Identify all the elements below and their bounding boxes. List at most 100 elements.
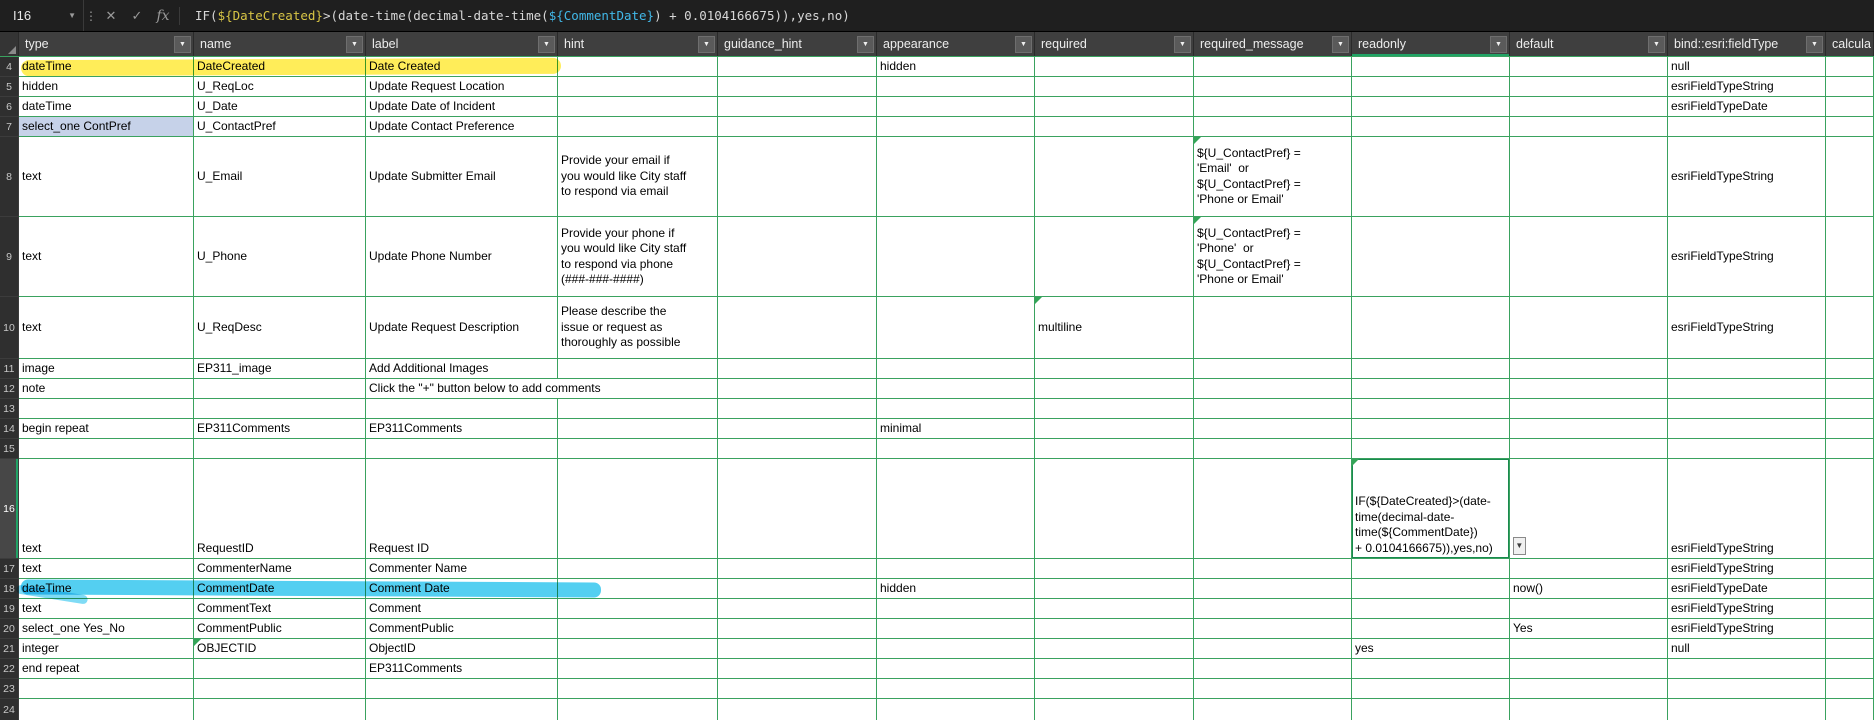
cell-hint-row24[interactable]	[558, 699, 718, 720]
cell-required-message-row4[interactable]	[1194, 57, 1352, 77]
cell-name-row18[interactable]: CommentDate	[194, 579, 366, 599]
cell-hint-row16[interactable]	[558, 459, 718, 559]
cell-label-row14[interactable]: EP311Comments	[366, 419, 558, 439]
cell-required-message-row23[interactable]	[1194, 679, 1352, 699]
cell-name-box[interactable]: I16 ▼	[0, 0, 84, 31]
cell-type-row6[interactable]: dateTime	[19, 97, 194, 117]
cell-required-message-row17[interactable]	[1194, 559, 1352, 579]
row-header-7[interactable]: 7	[0, 117, 19, 137]
cell-default-row15[interactable]	[1510, 439, 1668, 459]
cell-name-row15[interactable]	[194, 439, 366, 459]
cell-default-row10[interactable]	[1510, 297, 1668, 359]
cell-type-row12[interactable]: note	[19, 379, 194, 399]
cell-readonly-row7[interactable]	[1352, 117, 1510, 137]
cell-guidance-hint-row20[interactable]	[718, 619, 877, 639]
cell-required-message-row13[interactable]	[1194, 399, 1352, 419]
column-header-required-message[interactable]: required_message ▼	[1194, 32, 1352, 56]
cell-required-row12[interactable]	[1035, 379, 1194, 399]
cell-name-row22[interactable]	[194, 659, 366, 679]
cell-calcula-row13[interactable]	[1826, 399, 1874, 419]
cell-readonly-row9[interactable]	[1352, 217, 1510, 297]
cell-bind-esri-fieldtype-row10[interactable]: esriFieldTypeString	[1668, 297, 1826, 359]
row-header-6[interactable]: 6	[0, 97, 19, 117]
column-header-required[interactable]: required ▼	[1035, 32, 1194, 56]
cell-required-row6[interactable]	[1035, 97, 1194, 117]
cell-label-row21[interactable]: ObjectID	[366, 639, 558, 659]
cell-name-row7[interactable]: U_ContactPref	[194, 117, 366, 137]
cell-bind-esri-fieldtype-row23[interactable]	[1668, 679, 1826, 699]
cell-required-message-row9[interactable]: ${U_ContactPref} = 'Phone' or ${U_Contac…	[1194, 217, 1352, 297]
cell-type-row18[interactable]: dateTime	[19, 579, 194, 599]
cell-guidance-hint-row10[interactable]	[718, 297, 877, 359]
cell-readonly-row14[interactable]	[1352, 419, 1510, 439]
row-header-8[interactable]: 8	[0, 137, 19, 217]
cell-name-row24[interactable]	[194, 699, 366, 720]
cell-default-row4[interactable]	[1510, 57, 1668, 77]
cell-appearance-row13[interactable]	[877, 399, 1035, 419]
cell-appearance-row23[interactable]	[877, 679, 1035, 699]
cell-type-row8[interactable]: text	[19, 137, 194, 217]
cell-appearance-row17[interactable]	[877, 559, 1035, 579]
cell-hint-row11[interactable]	[558, 359, 718, 379]
cell-readonly-row6[interactable]	[1352, 97, 1510, 117]
cell-type-row15[interactable]	[19, 439, 194, 459]
cell-label-row16[interactable]: Request ID	[366, 459, 558, 559]
cell-name-row20[interactable]: CommentPublic	[194, 619, 366, 639]
cell-required-row5[interactable]	[1035, 77, 1194, 97]
cell-calcula-row22[interactable]	[1826, 659, 1874, 679]
row-header-4[interactable]: 4	[0, 57, 19, 77]
cell-default-row13[interactable]	[1510, 399, 1668, 419]
cell-type-row9[interactable]: text	[19, 217, 194, 297]
cell-label-row17[interactable]: Commenter Name	[366, 559, 558, 579]
cell-readonly-row5[interactable]	[1352, 77, 1510, 97]
cell-required-row14[interactable]	[1035, 419, 1194, 439]
cell-guidance-hint-row24[interactable]	[718, 699, 877, 720]
column-header-default[interactable]: default ▼	[1510, 32, 1668, 56]
cell-hint-row18[interactable]	[558, 579, 718, 599]
cell-hint-row7[interactable]	[558, 117, 718, 137]
filter-icon[interactable]: ▼	[1015, 35, 1032, 53]
cell-required-message-row5[interactable]	[1194, 77, 1352, 97]
cell-appearance-row22[interactable]	[877, 659, 1035, 679]
cell-readonly-row8[interactable]	[1352, 137, 1510, 217]
cell-type-row5[interactable]: hidden	[19, 77, 194, 97]
cell-hint-row21[interactable]	[558, 639, 718, 659]
cell-calcula-row5[interactable]	[1826, 77, 1874, 97]
cell-name-row5[interactable]: U_ReqLoc	[194, 77, 366, 97]
cell-type-row24[interactable]	[19, 699, 194, 720]
row-header-14[interactable]: 14	[0, 419, 19, 439]
cell-label-row23[interactable]	[366, 679, 558, 699]
validation-dropdown-button[interactable]: ▼	[1512, 537, 1526, 555]
cell-required-row15[interactable]	[1035, 439, 1194, 459]
cell-name-row11[interactable]: EP311_image	[194, 359, 366, 379]
cell-bind-esri-fieldtype-row13[interactable]	[1668, 399, 1826, 419]
cell-required-row21[interactable]	[1035, 639, 1194, 659]
filter-icon[interactable]: ▼	[538, 35, 555, 53]
cell-appearance-row16[interactable]	[877, 459, 1035, 559]
cell-guidance-hint-row7[interactable]	[718, 117, 877, 137]
cell-calcula-row10[interactable]	[1826, 297, 1874, 359]
cell-appearance-row7[interactable]	[877, 117, 1035, 137]
cell-label-row6[interactable]: Update Date of Incident	[366, 97, 558, 117]
cell-label-row19[interactable]: Comment	[366, 599, 558, 619]
column-header-name[interactable]: name ▼	[194, 32, 366, 56]
row-header-18[interactable]: 18	[0, 579, 19, 599]
cell-label-row15[interactable]	[366, 439, 558, 459]
filter-icon[interactable]: ▼	[1806, 35, 1823, 53]
cell-required-row20[interactable]	[1035, 619, 1194, 639]
cell-name-row19[interactable]: CommentText	[194, 599, 366, 619]
cell-hint-row13[interactable]	[558, 399, 718, 419]
cell-appearance-row6[interactable]	[877, 97, 1035, 117]
cell-required-message-row12[interactable]	[1194, 379, 1352, 399]
cell-label-row10[interactable]: Update Request Description	[366, 297, 558, 359]
cell-hint-row10[interactable]: Please describe the issue or request as …	[558, 297, 718, 359]
cell-type-row10[interactable]: text	[19, 297, 194, 359]
cell-hint-row22[interactable]	[558, 659, 718, 679]
cell-bind-esri-fieldtype-row9[interactable]: esriFieldTypeString	[1668, 217, 1826, 297]
cell-guidance-hint-row12[interactable]	[718, 379, 877, 399]
cell-hint-row20[interactable]	[558, 619, 718, 639]
cell-guidance-hint-row21[interactable]	[718, 639, 877, 659]
cell-bind-esri-fieldtype-row6[interactable]: esriFieldTypeDate	[1668, 97, 1826, 117]
cell-readonly-row19[interactable]	[1352, 599, 1510, 619]
cell-required-message-row10[interactable]	[1194, 297, 1352, 359]
